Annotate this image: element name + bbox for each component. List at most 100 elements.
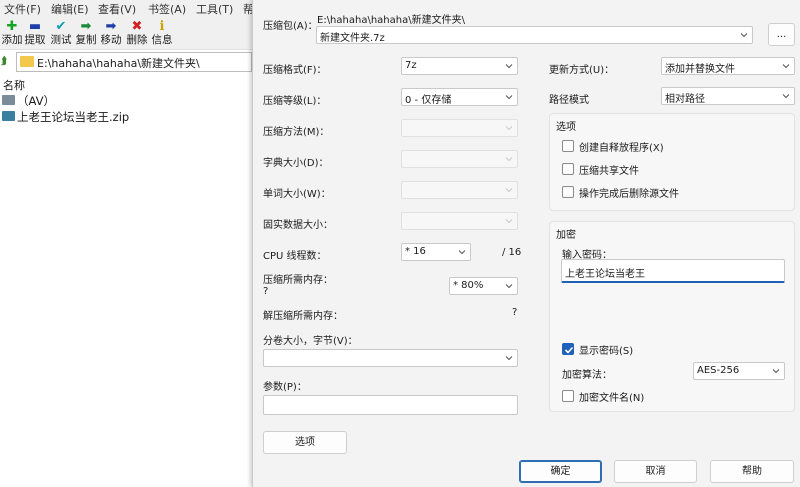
memory-decompress-value: ?: [512, 307, 518, 318]
menu-edit[interactable]: 编辑(E): [51, 1, 89, 17]
password-value: 上老王论坛当老王: [565, 269, 645, 280]
address-bar: ⮭ E:\hahaha\hahaha\新建文件夹\: [0, 51, 252, 72]
toolbar: ✚ 添加 ▬ 提取 ✔ 测试 ➡ 复制 ➡ 移动 ✖ 删除 ℹ 信息: [0, 17, 252, 50]
browse-button[interactable]: ...: [768, 23, 795, 46]
chevron-down-icon: [505, 219, 513, 224]
minus-icon: ▬: [28, 19, 42, 34]
chevron-down-icon: [505, 188, 513, 193]
shared-files-checkbox[interactable]: [562, 163, 574, 175]
level-combo[interactable]: 0 - 仅存储: [401, 88, 518, 106]
options-group-title: 选项: [556, 122, 576, 133]
format-label: 压缩格式(F)：: [263, 65, 327, 76]
sfx-checkbox[interactable]: [562, 140, 574, 152]
encryption-method-label: 加密算法：: [562, 370, 612, 381]
level-value: 0 - 仅存储: [405, 95, 452, 106]
options-button[interactable]: 选项: [263, 431, 347, 454]
chevron-down-icon: [505, 157, 513, 162]
path-mode-label: 路径模式: [549, 95, 589, 106]
delete-x-icon: ✖: [131, 19, 143, 34]
cancel-button[interactable]: 取消: [614, 460, 697, 483]
menu-bar: 文件(F) 编辑(E) 查看(V) 书签(A) 工具(T) 帮: [0, 0, 254, 17]
chevron-down-icon: [740, 33, 748, 38]
show-password-label: 显示密码(S): [579, 346, 634, 357]
chevron-down-icon: [505, 64, 513, 69]
check-icon: ✔: [55, 19, 67, 34]
path-mode-value: 相对路径: [665, 94, 705, 105]
format-combo[interactable]: 7z: [401, 57, 518, 75]
ok-button[interactable]: 确定: [519, 460, 602, 483]
chevron-down-icon: [505, 126, 513, 131]
method-combo[interactable]: [401, 119, 518, 137]
list-item-name: （AV）: [17, 94, 55, 108]
shared-files-checkbox-label: 压缩共享文件: [579, 166, 639, 177]
solid-block-label: 固实数据大小：: [263, 220, 333, 231]
update-mode-value: 添加并替换文件: [665, 64, 735, 75]
chevron-down-icon: [505, 95, 513, 100]
encryption-method-value: AES-256: [697, 365, 740, 376]
delete-after-checkbox[interactable]: [562, 186, 574, 198]
parameters-input[interactable]: [263, 395, 518, 415]
folder-icon: [2, 95, 15, 105]
password-input[interactable]: 上老王论坛当老王: [561, 259, 785, 283]
up-folder-icon[interactable]: ⮭: [1, 55, 13, 67]
ok-button-label: 确定: [550, 466, 571, 477]
menu-file[interactable]: 文件(F): [4, 1, 41, 17]
column-header-name[interactable]: 名称: [3, 77, 25, 93]
encryption-method-combo[interactable]: AES-256: [693, 362, 785, 380]
info-icon: ℹ: [159, 19, 165, 34]
chevron-down-icon: [782, 64, 790, 69]
info-button[interactable]: ℹ 信息: [149, 19, 175, 49]
chevron-down-icon: [505, 284, 513, 289]
parameters-label: 参数(P)：: [263, 382, 307, 393]
chevron-down-icon: [782, 94, 790, 99]
memory-decompress-label: 解压缩所需内存：: [263, 311, 343, 322]
split-volume-combo[interactable]: [263, 349, 518, 367]
memory-percent-combo[interactable]: * 80%: [449, 277, 518, 295]
list-item[interactable]: 上老王论坛当老王.zip: [0, 108, 252, 124]
chevron-down-icon: [458, 250, 466, 255]
show-password-checkbox[interactable]: [562, 343, 574, 355]
encrypt-names-checkbox[interactable]: [562, 390, 574, 402]
info-label: 信息: [151, 34, 173, 46]
solid-block-combo[interactable]: [401, 212, 518, 230]
file-manager-window: 文件(F) 编辑(E) 查看(V) 书签(A) 工具(T) 帮 ✚ 添加 ▬ 提…: [0, 0, 254, 487]
encrypt-names-label: 加密文件名(N): [579, 393, 645, 404]
archive-name-combo[interactable]: 新建文件夹.7z: [316, 26, 753, 44]
menu-tools[interactable]: 工具(T): [196, 1, 233, 17]
archive-name-value: 新建文件夹.7z: [320, 33, 385, 44]
add-to-archive-dialog: 压缩包(A)： E:\hahaha\hahaha\新建文件夹\ 新建文件夹.7z…: [252, 0, 800, 487]
checkmark-icon: [564, 346, 574, 354]
sfx-checkbox-label: 创建自释放程序(X): [579, 143, 664, 154]
path-mode-combo[interactable]: 相对路径: [661, 87, 795, 105]
menu-view[interactable]: 查看(V): [98, 1, 136, 17]
method-label: 压缩方法(M)：: [263, 127, 330, 138]
dictionary-combo[interactable]: [401, 150, 518, 168]
split-volume-label: 分卷大小，字节(V)：: [263, 336, 358, 347]
word-size-label: 单词大小(W)：: [263, 189, 331, 200]
threads-value: * 16: [405, 246, 426, 257]
browse-label: ...: [776, 29, 787, 40]
menu-bookmarks[interactable]: 书签(A): [148, 1, 186, 17]
list-item[interactable]: （AV）: [0, 92, 252, 108]
path-field[interactable]: E:\hahaha\hahaha\新建文件夹\: [16, 52, 252, 72]
help-button-label: 帮助: [742, 466, 762, 477]
cancel-button-label: 取消: [645, 466, 666, 477]
threads-label: CPU 线程数：: [263, 251, 327, 262]
update-mode-combo[interactable]: 添加并替换文件: [661, 57, 795, 75]
word-size-combo[interactable]: [401, 181, 518, 199]
chevron-down-icon: [505, 356, 513, 361]
path-text: E:\hahaha\hahaha\新建文件夹\: [37, 57, 200, 70]
level-label: 压缩等级(L)：: [263, 96, 327, 107]
options-button-label: 选项: [295, 437, 315, 448]
delete-after-checkbox-label: 操作完成后删除源文件: [579, 189, 679, 200]
update-mode-label: 更新方式(U)：: [549, 65, 615, 76]
folder-icon: [20, 56, 34, 67]
options-group: 选项 创建自释放程序(X) 压缩共享文件 操作完成后删除源文件: [549, 113, 795, 211]
dictionary-label: 字典大小(D)：: [263, 158, 329, 169]
encryption-group: 加密 输入密码： 上老王论坛当老王 显示密码(S) 加密算法： AES-256 …: [549, 221, 795, 412]
memory-compress-label: 压缩所需内存：: [263, 275, 333, 286]
threads-combo[interactable]: * 16: [401, 243, 471, 261]
encryption-group-title: 加密: [556, 230, 576, 241]
chevron-down-icon: [772, 369, 780, 374]
help-button[interactable]: 帮助: [710, 460, 794, 483]
